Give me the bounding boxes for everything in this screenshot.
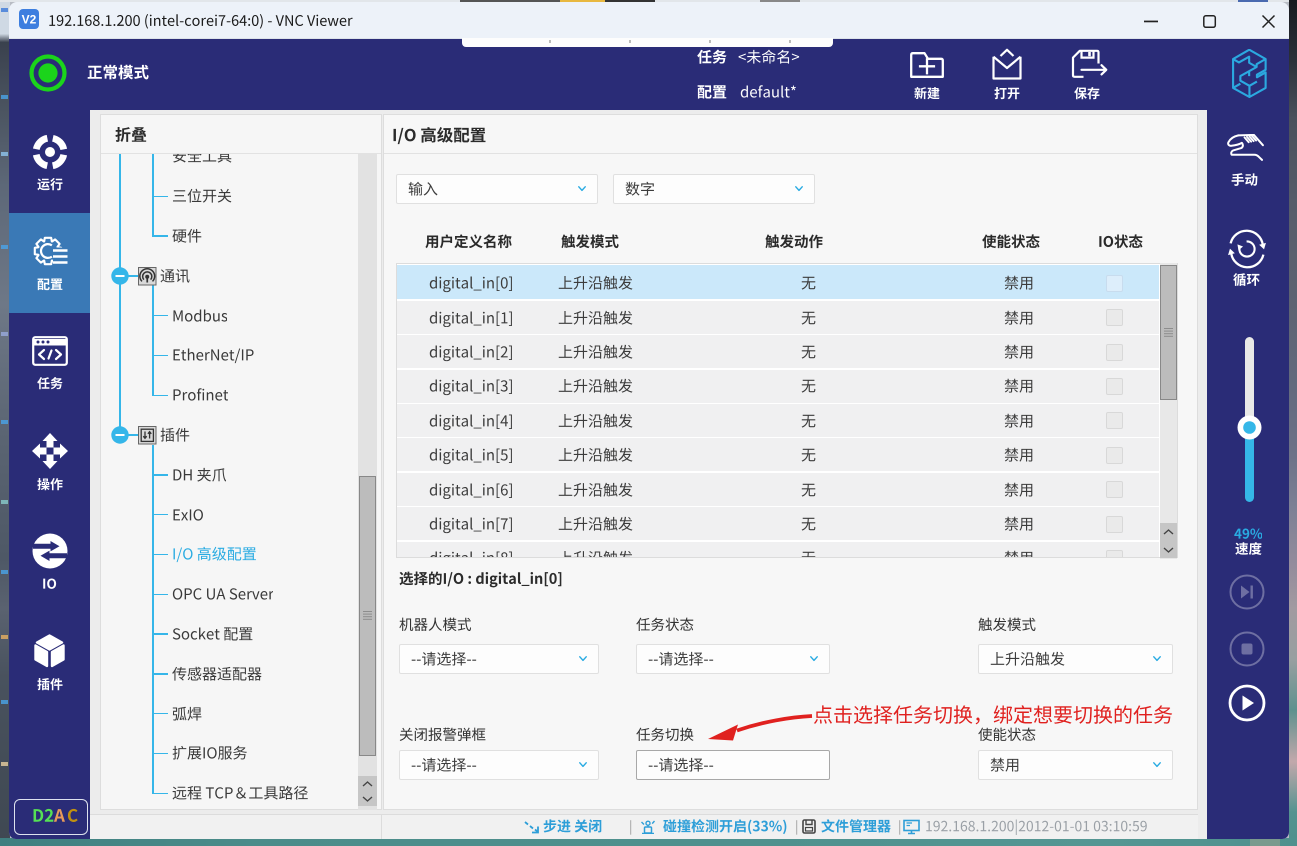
- svg-text:V2: V2: [22, 13, 37, 27]
